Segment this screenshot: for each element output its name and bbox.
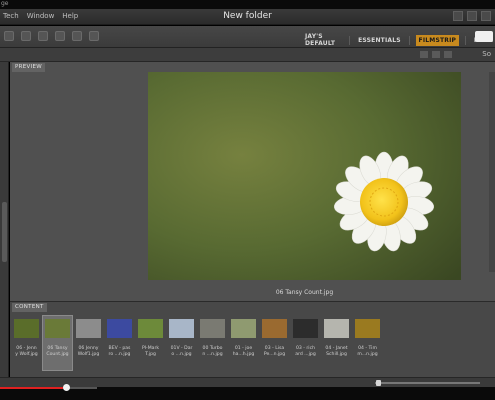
left-panel-scrollbar[interactable] — [2, 202, 7, 262]
thumbnail-caption: 03 - rich ard ...jpg — [295, 346, 316, 357]
filter-icon[interactable] — [444, 51, 452, 58]
video-player-bar — [0, 384, 495, 400]
thumbnail-item[interactable]: PI-Mark T.jpg — [136, 316, 165, 370]
list-view-icon[interactable] — [432, 51, 440, 58]
thumbnail-caption: 01 - joe ha...h.jpg — [232, 346, 255, 357]
search-input[interactable] — [475, 31, 493, 42]
thumbnail-image — [107, 319, 132, 338]
grid-view-icon[interactable] — [420, 51, 428, 58]
app-menu-bar: Tech Window Help New folder — [0, 9, 495, 25]
content-panel: CONTENT 06 - Jenn y Wolf.jpg 06 Tansy Cou… — [10, 301, 495, 377]
path-bar: So — [0, 48, 495, 62]
preview-filename: 06 Tansy Count.jpg — [275, 289, 334, 296]
thumbnail-image — [76, 319, 101, 338]
thumbnail-image — [169, 319, 194, 338]
content-tab[interactable]: CONTENT — [12, 303, 47, 312]
sort-label[interactable]: So — [482, 50, 491, 58]
thumbnail-image — [14, 319, 39, 338]
thumbnail-caption: BEV - pas ro ...n.jpg — [108, 346, 131, 357]
left-panel — [0, 62, 9, 377]
redo-icon[interactable] — [89, 31, 99, 41]
thumbnail-caption: 03 - Lisa Pe...n.jpg — [263, 346, 286, 357]
thumbnail-image — [324, 319, 349, 338]
preview-scrollbar[interactable] — [489, 72, 495, 272]
thumbnail-caption: 06 - Jenn y Wolf.jpg — [15, 346, 38, 357]
status-bar — [0, 377, 495, 387]
thumbnail-image — [45, 319, 70, 338]
thumbnail-image — [262, 319, 287, 338]
thumbnail-strip: 06 - Jenn y Wolf.jpg 06 Tansy Count.jpg 06… — [12, 315, 382, 371]
undo-icon[interactable] — [72, 31, 82, 41]
preview-tab[interactable]: PREVIEW — [12, 63, 46, 72]
thumbnail-item[interactable]: 03 - Lisa Pe...n.jpg — [260, 316, 289, 370]
window-title: New folder — [223, 11, 272, 21]
thumbnail-caption: 04 - Janet Schill.jpg — [325, 346, 348, 357]
workspace-jays-default[interactable]: JAY'S DEFAULT — [303, 32, 343, 48]
thumbnail-item[interactable]: 01 - joe ha...h.jpg — [229, 316, 258, 370]
thumbnail-image — [200, 319, 225, 338]
thumbnail-item[interactable]: BEV - pas ro ...n.jpg — [105, 316, 134, 370]
preview-image — [148, 72, 461, 280]
thumbnail-item[interactable]: 06 Tansy Count.jpg — [42, 315, 73, 371]
thumbnail-item[interactable]: 01V - Dar o ...n.jpg — [167, 316, 196, 370]
thumbnail-caption: 00 Turbo n ...n.jpg — [202, 346, 223, 357]
thumbnail-size-slider[interactable] — [375, 382, 480, 384]
thumbnail-image — [138, 319, 163, 338]
video-progress-fill — [0, 387, 64, 389]
back-icon[interactable] — [4, 31, 14, 41]
thumbnail-item[interactable]: 04 - Janet Schill.jpg — [322, 316, 351, 370]
thumbnail-size-handle[interactable] — [376, 380, 381, 386]
thumbnail-caption: PI-Mark T.jpg — [141, 346, 160, 357]
preview-panel: PREVIEW 06 Tansy Count.jpg — [10, 62, 495, 301]
workspace-divider — [349, 35, 351, 45]
workspace-divider — [465, 35, 466, 45]
workspace-filmstrip[interactable]: FILMSTRIP — [415, 34, 460, 46]
thumbnail-image — [231, 319, 256, 338]
daisy-flower-photo — [148, 72, 461, 280]
thumbnail-item[interactable]: 00 Turbo n ...n.jpg — [198, 316, 227, 370]
thumbnail-caption: 06 Tansy Count.jpg — [46, 346, 69, 357]
os-title-strip: ge — [0, 0, 495, 9]
thumbnail-item[interactable]: 03 - rich ard ...jpg — [291, 316, 320, 370]
thumbnail-item[interactable]: 06 - Jenn y Wolf.jpg — [12, 316, 41, 370]
thumbnail-image — [355, 319, 380, 338]
thumbnail-caption: 01V - Dar o ...n.jpg — [170, 346, 193, 357]
main-toolbar: JAY'S DEFAULT ESSENTIALS FILMSTRIP META — [0, 26, 495, 48]
window-controls — [453, 11, 491, 21]
workspace-switcher: JAY'S DEFAULT ESSENTIALS FILMSTRIP META — [303, 32, 495, 48]
workspace-essentials[interactable]: ESSENTIALS — [356, 36, 403, 45]
workspace-divider — [408, 35, 410, 45]
title-fragment: ge — [1, 0, 9, 7]
maximize-button[interactable] — [467, 11, 477, 21]
view-icons — [420, 51, 452, 58]
forward-icon[interactable] — [21, 31, 31, 41]
thumbnail-caption: 04 - Tim m...n.jpg — [357, 346, 378, 357]
thumbnail-item[interactable]: 06 Jenny Wolf1.jpg — [74, 316, 103, 370]
folder-icon[interactable] — [38, 31, 48, 41]
close-button[interactable] — [481, 11, 491, 21]
thumbnail-caption: 06 Jenny Wolf1.jpg — [77, 346, 100, 357]
thumbnail-item[interactable]: 04 - Tim m...n.jpg — [353, 316, 382, 370]
minimize-button[interactable] — [453, 11, 463, 21]
thumbnail-image — [293, 319, 318, 338]
rotate-icon[interactable] — [55, 31, 65, 41]
video-progress-handle[interactable] — [63, 384, 70, 391]
toolbar-icons — [4, 31, 99, 41]
